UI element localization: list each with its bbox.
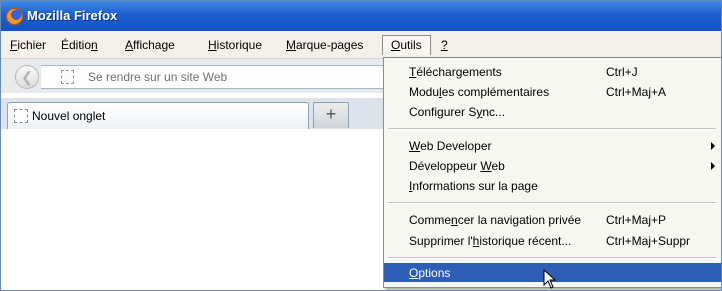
new-tab-button[interactable]: + bbox=[313, 102, 349, 128]
menu-bar: Fichier Édition Affichage Historique Mar… bbox=[1, 31, 721, 59]
menu-outils[interactable]: Outils bbox=[382, 35, 431, 55]
menu-item-configurer-sync[interactable]: Configurer Sync... bbox=[384, 102, 721, 121]
tab-label: Nouvel onglet bbox=[32, 109, 106, 123]
firefox-window: Mozilla Firefox Fichier Édition Affichag… bbox=[0, 0, 722, 291]
tools-menu-dropdown: Téléchargements Ctrl+J Modules complémen… bbox=[383, 57, 721, 288]
menu-item-telechargements[interactable]: Téléchargements Ctrl+J bbox=[384, 62, 721, 81]
menu-item-developpeur-web[interactable]: Développeur Web bbox=[384, 156, 721, 175]
menu-separator bbox=[388, 128, 716, 130]
site-identity-icon[interactable] bbox=[61, 70, 74, 84]
menu-edition[interactable]: Édition bbox=[61, 38, 98, 52]
shortcut-label: Ctrl+Maj+Suppr bbox=[606, 234, 691, 248]
menu-item-informations-page[interactable]: Informations sur la page bbox=[384, 176, 721, 195]
window-title: Mozilla Firefox bbox=[27, 8, 118, 23]
tab-nouvel-onglet[interactable]: Nouvel onglet bbox=[7, 102, 309, 129]
menu-item-modules[interactable]: Modules complémentaires Ctrl+Maj+A bbox=[384, 82, 721, 101]
menu-separator bbox=[388, 257, 716, 259]
back-arrow-icon: ❮ bbox=[21, 69, 33, 85]
menu-separator bbox=[388, 202, 716, 204]
submenu-arrow-icon bbox=[711, 162, 715, 170]
menu-affichage[interactable]: Affichage bbox=[125, 38, 175, 52]
menu-help[interactable]: ? bbox=[441, 38, 448, 52]
url-placeholder: Se rendre sur un site Web bbox=[88, 70, 228, 84]
back-button[interactable]: ❮ bbox=[15, 65, 39, 89]
menu-item-web-developer[interactable]: Web Developer bbox=[384, 136, 721, 155]
menu-historique[interactable]: Historique bbox=[208, 38, 262, 52]
mouse-cursor-icon bbox=[543, 269, 557, 289]
menu-fichier[interactable]: Fichier bbox=[10, 38, 46, 52]
url-bar[interactable]: Se rendre sur un site Web bbox=[41, 65, 392, 89]
firefox-logo-icon bbox=[6, 8, 23, 25]
menu-marque-pages[interactable]: Marque-pages bbox=[286, 38, 363, 52]
menu-item-navigation-privee[interactable]: Commencer la navigation privée Ctrl+Maj+… bbox=[384, 210, 721, 229]
menu-item-supprimer-historique[interactable]: Supprimer l'historique récent... Ctrl+Ma… bbox=[384, 231, 721, 250]
title-bar[interactable]: Mozilla Firefox bbox=[1, 1, 721, 31]
shortcut-label: Ctrl+J bbox=[606, 65, 638, 79]
shortcut-label: Ctrl+Maj+P bbox=[606, 213, 667, 227]
submenu-arrow-icon bbox=[711, 142, 715, 150]
tab-page-icon bbox=[14, 109, 28, 123]
shortcut-label: Ctrl+Maj+A bbox=[606, 85, 667, 99]
